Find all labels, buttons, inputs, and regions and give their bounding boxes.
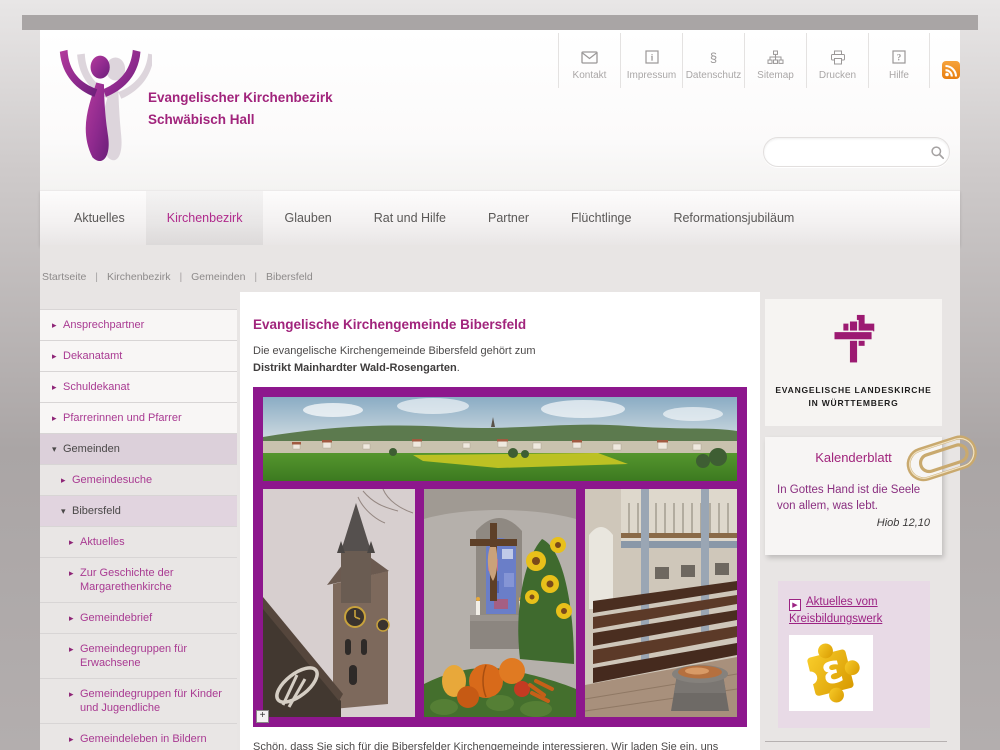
sidebar-item-gemeindegruppen-fuer-kinder-und-jugendliche[interactable]: Gemeindegruppen für Kinder und Jugendlic…	[40, 679, 237, 724]
breadcrumb-separator: |	[254, 271, 257, 283]
site-title: Evangelischer Kirchenbezirk Schwäbisch H…	[148, 87, 333, 131]
kreisbildungswerk-card: ▶Aktuelles vom Kreisbildungswerk Ɛ	[778, 581, 930, 728]
toolbar-label: Datenschutz	[686, 70, 742, 81]
search-box	[763, 137, 950, 167]
nav-item-kirchenbezirk[interactable]: Kirchenbezirk	[146, 191, 264, 245]
outro-paragraph: Schön, dass Sie sich für die Bibersfelde…	[253, 739, 747, 750]
svg-text:i: i	[650, 53, 653, 63]
kreisbildungswerk-image[interactable]: Ɛ	[789, 635, 873, 711]
nav-item-aktuelles[interactable]: Aktuelles	[53, 191, 146, 245]
photo-village-panorama[interactable]	[263, 397, 737, 481]
breadcrumb-kirchenbezirk[interactable]: Kirchenbezirk	[107, 271, 171, 283]
meta-toolbar: Kontakt i Impressum § Datenschutz Sitema…	[558, 33, 972, 88]
site-title-line1: Evangelischer Kirchenbezirk	[148, 87, 333, 109]
nav-item-rat-und-hilfe[interactable]: Rat und Hilfe	[353, 191, 467, 245]
kalenderblatt-source: Hiob 12,10	[777, 517, 930, 529]
page-title: Evangelische Kirchengemeinde Bibersfeld	[253, 317, 747, 332]
sidebar-item-pfarrerinnen-und-pfarrer[interactable]: Pfarrerinnen und Pfarrer	[40, 403, 237, 434]
toolbar-item-sitemap[interactable]: Sitemap	[744, 33, 806, 88]
section-sign-icon: §	[710, 49, 717, 65]
site-logo[interactable]	[56, 46, 152, 174]
site-header: Evangelischer Kirchenbezirk Schwäbisch H…	[40, 30, 960, 190]
image-zoom-button[interactable]: +	[256, 710, 269, 723]
landeskirche-logo-text: Evangelische Landeskirche In Württemberg	[771, 384, 936, 410]
rss-icon	[942, 61, 960, 79]
content-region: Startseite | Kirchenbezirk | Gemeinden |…	[40, 245, 960, 750]
toolbar-label: Kontakt	[573, 70, 607, 81]
nav-item-glauben[interactable]: Glauben	[263, 191, 352, 245]
sidebar-item-zur-geschichte-der-margarethenkirche[interactable]: Zur Geschichte der Margarethenkirche	[40, 558, 237, 603]
photo-margarethenkirche-exterior[interactable]	[263, 489, 415, 717]
photo-church-interior-pews-font[interactable]	[585, 489, 737, 717]
breadcrumb-startseite[interactable]: Startseite	[42, 271, 86, 283]
photo-collage: +	[253, 387, 747, 727]
photo-collage-bottom-row	[263, 489, 737, 717]
wuerttemberg-cross-icon	[825, 313, 883, 369]
page-container: Evangelischer Kirchenbezirk Schwäbisch H…	[40, 30, 960, 750]
paperclip-icon	[898, 424, 987, 494]
toolbar-item-datenschutz[interactable]: § Datenschutz	[682, 33, 744, 88]
nav-item-fluechtlinge[interactable]: Flüchtlinge	[550, 191, 652, 245]
help-icon: ?	[892, 49, 906, 65]
printer-icon	[830, 49, 846, 65]
page-top-bar	[22, 15, 978, 30]
main-article: Evangelische Kirchengemeinde Bibersfeld …	[240, 292, 760, 750]
sidebar-item-bibersfeld[interactable]: Bibersfeld	[40, 496, 237, 527]
sidebar-menu: Ansprechpartner Dekanatamt Schuldekanat …	[40, 309, 237, 750]
breadcrumb-separator: |	[95, 271, 98, 283]
site-title-line2: Schwäbisch Hall	[148, 109, 333, 131]
info-icon: i	[645, 49, 659, 65]
svg-text:?: ?	[897, 53, 902, 63]
landeskirche-line1: Evangelische Landeskirche	[771, 384, 936, 397]
sidebar-item-schuldekanat[interactable]: Schuldekanat	[40, 372, 237, 403]
toolbar-item-impressum[interactable]: i Impressum	[620, 33, 682, 88]
right-column-divider	[765, 741, 947, 742]
intro-text: Die evangelische Kirchengemeinde Bibersf…	[253, 345, 536, 357]
breadcrumb-bibersfeld[interactable]: Bibersfeld	[266, 271, 313, 283]
search-input[interactable]	[764, 146, 926, 158]
intro-period: .	[457, 362, 460, 374]
sitemap-icon	[767, 49, 784, 65]
breadcrumb-separator: |	[179, 271, 182, 283]
search-icon[interactable]	[926, 138, 949, 166]
kalenderblatt-card: Kalenderblatt In Gottes Hand ist die See…	[765, 437, 942, 555]
puzzle-piece-icon: Ɛ	[795, 638, 867, 708]
sidebar-item-gemeindeleben-in-bildern[interactable]: Gemeindeleben in Bildern	[40, 724, 237, 750]
sidebar-item-gemeindesuche[interactable]: Gemeindesuche	[40, 465, 237, 496]
toolbar-label: Drucken	[819, 70, 856, 81]
kreisbildungswerk-link-label[interactable]: Aktuelles vom Kreisbildungswerk	[789, 596, 882, 625]
toolbar-item-drucken[interactable]: Drucken	[806, 33, 868, 88]
toolbar-label: Sitemap	[757, 70, 794, 81]
intro-bold-text: Distrikt Mainhardter Wald-Rosengarten	[253, 362, 457, 374]
toolbar-label: Hilfe	[889, 70, 909, 81]
figure-raised-arms-icon	[56, 46, 152, 169]
toolbar-item-hilfe[interactable]: ? Hilfe	[868, 33, 930, 88]
sidebar-item-gemeindegruppen-fuer-erwachsene[interactable]: Gemeindegruppen für Erwachsene	[40, 634, 237, 679]
breadcrumb-gemeinden[interactable]: Gemeinden	[191, 271, 245, 283]
sidebar-item-gemeinden[interactable]: Gemeinden	[40, 434, 237, 465]
sidebar-item-aktuelles[interactable]: Aktuelles	[40, 527, 237, 558]
sidebar-item-dekanatamt[interactable]: Dekanatamt	[40, 341, 237, 372]
toolbar-item-kontakt[interactable]: Kontakt	[558, 33, 620, 88]
landeskirche-line2: In Württemberg	[771, 397, 936, 410]
envelope-icon	[581, 49, 598, 65]
photo-altar-harvest-decoration[interactable]	[424, 489, 576, 717]
toolbar-label: Impressum	[627, 70, 676, 81]
right-column: Evangelische Landeskirche In Württemberg…	[765, 299, 960, 750]
nav-item-reformationsjubilaeum[interactable]: Reformationsjubiläum	[652, 191, 815, 245]
intro-paragraph: Die evangelische Kirchengemeinde Bibersf…	[253, 343, 747, 377]
landeskirche-logo-card[interactable]: Evangelische Landeskirche In Württemberg	[765, 299, 942, 426]
kalenderblatt-quote: In Gottes Hand ist die Seele von allem, …	[777, 482, 930, 514]
nav-item-partner[interactable]: Partner	[467, 191, 550, 245]
kreisbildungswerk-link[interactable]: ▶Aktuelles vom Kreisbildungswerk	[789, 594, 919, 628]
play-arrow-icon: ▶	[789, 599, 801, 611]
sidebar-item-ansprechpartner[interactable]: Ansprechpartner	[40, 310, 237, 341]
main-navigation: Aktuelles Kirchenbezirk Glauben Rat und …	[40, 190, 960, 245]
breadcrumb: Startseite | Kirchenbezirk | Gemeinden |…	[42, 271, 319, 283]
toolbar-item-rss[interactable]	[930, 33, 972, 88]
sidebar-item-gemeindebrief[interactable]: Gemeindebrief	[40, 603, 237, 634]
